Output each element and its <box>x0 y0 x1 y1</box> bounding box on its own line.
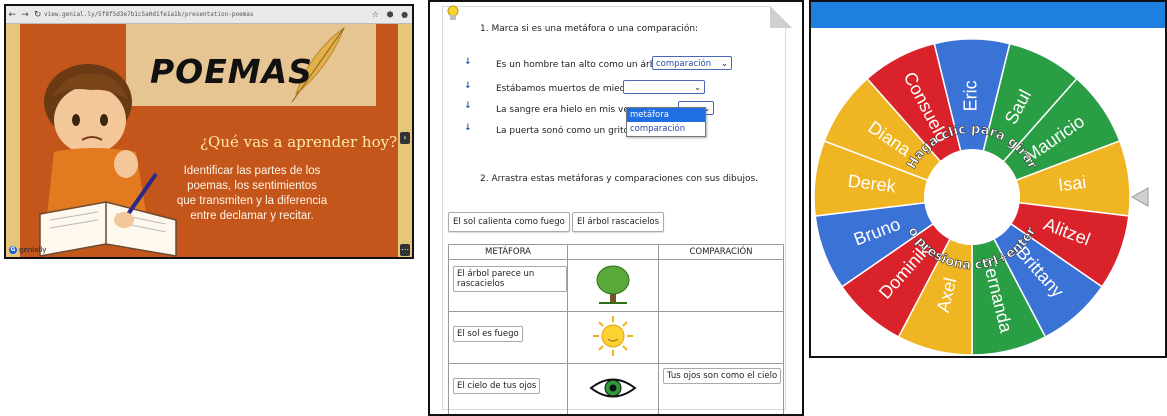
wheel-label: Eric <box>961 80 981 111</box>
star-icon[interactable]: ☆ <box>372 10 379 19</box>
dropdown-option-metafora[interactable]: metáfora <box>627 108 705 122</box>
placed-chip[interactable]: Tus ojos son como el cielo <box>663 368 782 384</box>
menu-icon[interactable]: ⋯ <box>400 244 410 256</box>
genially-logo-text: genially <box>19 246 47 254</box>
image-cell <box>567 363 659 414</box>
genially-logo: G genially <box>9 246 46 254</box>
tree-icon <box>596 265 630 304</box>
sentence-1: Es un hombre tan alto como un árbol. <box>496 60 667 70</box>
wheel-panel: Eric Saul Mauricio Isai Alitzel Brittany Ferna… <box>809 0 1167 358</box>
sun-icon <box>593 316 633 356</box>
forward-icon[interactable]: → <box>21 10 29 20</box>
question-2: 2. Arrastra estas metáforas y comparacio… <box>480 174 759 184</box>
drop-cell-comparacion[interactable] <box>658 311 784 364</box>
reload-icon[interactable]: ↻ <box>34 10 42 20</box>
presentation-panel: ← → ↻ view.genial.ly/5f8f5d3e7b1c5a0d1fe… <box>4 4 414 259</box>
boy-illustration <box>44 64 148 224</box>
pin-icon: ↓ <box>464 101 472 111</box>
drop-cell-comparacion[interactable]: Tus ojos son como el cielo <box>658 363 784 414</box>
chevron-down-icon: ⌄ <box>694 83 701 92</box>
worksheet-panel: 1. Marca si es una metáfora o una compar… <box>428 0 804 416</box>
extension-icon[interactable]: ⬢ <box>387 10 394 19</box>
drop-cell-metafora[interactable]: El sol es fuego <box>448 311 568 364</box>
select-dropdown: metáfora comparación <box>626 107 706 137</box>
drag-chip-sol-calienta[interactable]: El sol calienta como fuego <box>448 212 570 232</box>
placed-chip[interactable]: El sol es fuego <box>453 326 523 342</box>
browser-tools: ☆ ⬢ ● <box>368 10 412 19</box>
sentence-3: La sangre era hielo en mis venas <box>496 105 645 115</box>
question-1: 1. Marca si es una metáfora o una compar… <box>480 24 699 34</box>
header-metafora: METÁFORA <box>448 244 568 260</box>
table-row: El sol es fuego <box>448 311 784 364</box>
header-image <box>567 244 659 260</box>
slide: POEMAS ¿Qué vas a aprender hoy? Identifi… <box>6 24 412 257</box>
table-row: El árbol parece un rascacielos <box>448 259 784 312</box>
wheel-hub[interactable] <box>924 149 1020 245</box>
genially-logo-icon: G <box>9 246 17 254</box>
dropdown-option-comparacion[interactable]: comparación <box>627 122 705 136</box>
chevron-down-icon: ⌄ <box>721 59 728 68</box>
pin-icon: ↓ <box>464 81 472 91</box>
drop-cell-metafora[interactable]: El árbol parece un rascacielos <box>448 259 568 312</box>
drag-chip-arbol-rascacielos[interactable]: El árbol rascacielos <box>572 212 665 232</box>
next-slide-icon[interactable]: › <box>400 132 410 144</box>
sentence-4: La puerta sonó como un grito. <box>496 126 632 136</box>
spin-wheel[interactable]: Eric SaulMauricioIsaiAlitzelBrittanyFerna… <box>811 2 1165 356</box>
table-header-row: METÁFORA COMPARACIÓN <box>448 244 784 260</box>
placed-chip[interactable]: El cielo de tus ojos <box>453 378 541 394</box>
lightbulb-icon <box>447 5 459 20</box>
eye-icon <box>589 378 637 398</box>
back-icon[interactable]: ← <box>9 10 17 20</box>
placed-chip[interactable]: El árbol parece un rascacielos <box>453 266 567 292</box>
browser-nav: ← → ↻ <box>6 10 44 20</box>
answer-select-2[interactable]: ⌄ <box>623 80 705 94</box>
wheel-pointer-icon <box>1130 187 1149 207</box>
slide-title: POEMAS <box>150 52 313 91</box>
browser-toolbar: ← → ↻ view.genial.ly/5f8f5d3e7b1c5a0d1fe… <box>6 6 412 24</box>
pin-icon: ↓ <box>464 57 472 67</box>
answer-select-1-value: comparación <box>656 59 712 69</box>
drop-cell-metafora[interactable]: El cielo de tus ojos <box>448 363 568 414</box>
sentence-2: Estábamos muertos de miedo. <box>496 84 634 94</box>
match-table: METÁFORA COMPARACIÓN El árbol parece un … <box>448 244 784 414</box>
drop-cell-comparacion[interactable] <box>658 259 784 312</box>
header-comparacion: COMPARACIÓN <box>658 244 784 260</box>
answer-select-1[interactable]: comparación ⌄ <box>652 56 732 70</box>
pin-icon: ↓ <box>464 123 472 133</box>
address-bar[interactable]: view.genial.ly/5f8f5d3e7b1c5a0d1fe1a1b/p… <box>44 11 368 18</box>
table-row: El cielo de tus ojos Tus ojos son como e… <box>448 363 784 414</box>
image-cell <box>567 259 659 312</box>
slide-body-text: Identificar las partes de los poemas, lo… <box>176 165 328 222</box>
profile-icon[interactable]: ● <box>401 10 408 19</box>
slide-subtitle: ¿Qué vas a aprender hoy? <box>200 133 398 151</box>
wheel-label: Isai <box>1057 172 1087 195</box>
page-fold-decoration <box>770 6 792 28</box>
image-cell <box>567 311 659 364</box>
